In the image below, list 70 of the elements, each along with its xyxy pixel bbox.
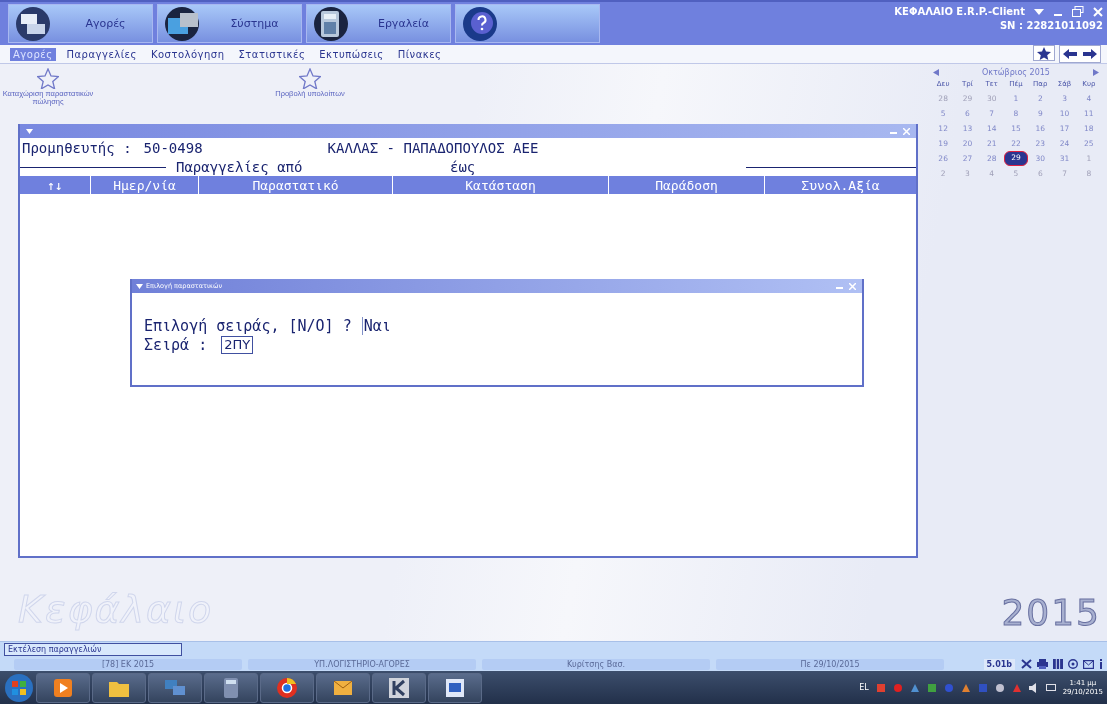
version-label: 5.01b	[983, 658, 1015, 670]
answer-field[interactable]: Ναι	[361, 317, 391, 335]
status-cell: Πε 29/10/2015	[716, 658, 944, 670]
task-field: Εκτέλεση παραγγελιών	[4, 643, 182, 656]
taskbar-button[interactable]	[92, 672, 146, 703]
info-icon[interactable]	[1099, 659, 1103, 669]
menu-item[interactable]: Πίνακες	[394, 47, 445, 61]
module-button[interactable]: Σύστημα	[157, 4, 302, 43]
range-to-label: έως	[450, 159, 477, 175]
menu-item[interactable]: Εκτυπώσεις	[316, 47, 387, 61]
module-button[interactable]: Αγορές	[8, 4, 153, 43]
year-label: 2015	[1000, 592, 1101, 633]
help-icon	[460, 5, 500, 42]
taskbar-button[interactable]	[36, 672, 90, 703]
restore-icon[interactable]	[1072, 6, 1084, 17]
close-icon[interactable]	[1093, 6, 1103, 17]
dropdown-icon[interactable]	[1034, 7, 1044, 16]
calculator-icon	[311, 5, 351, 42]
right-arrow-icon	[1083, 49, 1097, 59]
left-arrow-icon	[1063, 49, 1077, 59]
language-indicator[interactable]: EL	[859, 683, 869, 692]
next-month-icon[interactable]	[1093, 69, 1099, 76]
star-icon	[1037, 46, 1051, 60]
speaker-icon[interactable]	[1028, 682, 1039, 693]
taskbar-button[interactable]	[428, 672, 482, 703]
mail-icon[interactable]	[1083, 659, 1094, 669]
scissors-icon[interactable]	[1021, 659, 1032, 669]
column-header[interactable]: Κατάσταση	[393, 176, 609, 194]
star-icon	[299, 68, 321, 89]
folders-icon	[13, 5, 53, 42]
favorites-button[interactable]	[1033, 45, 1055, 61]
taskbar-button[interactable]	[316, 672, 370, 703]
status-cell: [78] ΕΚ 2015	[14, 658, 242, 670]
taskbar-button[interactable]	[260, 672, 314, 703]
previous-month-icon[interactable]	[933, 69, 939, 76]
column-header[interactable]: Παραστατικό	[199, 176, 393, 194]
app-title: ΚΕΦΑΛΑΙΟ E.R.P.-Client	[894, 6, 1025, 17]
help-button[interactable]	[455, 4, 600, 43]
start-orb-icon[interactable]	[4, 672, 34, 703]
caret-icon	[26, 128, 33, 134]
module-button[interactable]: Εργαλεία	[306, 4, 451, 43]
browser-icon	[275, 675, 299, 700]
supplier-label: Προμηθευτής :	[22, 140, 132, 158]
series-input-field[interactable]: 2ΠΥ	[221, 336, 254, 354]
menu-item[interactable]: Στατιστικές	[235, 47, 309, 61]
supplier-code: 50-0498	[143, 140, 203, 158]
range-from-label: Παραγγελίες από	[176, 159, 304, 175]
series-label: Σειρά :	[144, 336, 208, 354]
disc-icon[interactable]	[1068, 659, 1078, 669]
column-header[interactable]: Ημερ/νία	[91, 176, 199, 194]
grid-icon[interactable]	[1053, 659, 1063, 669]
star-icon	[37, 68, 59, 89]
k-letter-icon	[387, 675, 411, 700]
menu-item[interactable]: Κοστολόγηση	[147, 47, 228, 61]
status-cell: Κυρίτσης Βασ.	[482, 658, 710, 670]
column-header[interactable]: Συνολ.Αξία	[765, 176, 916, 194]
column-header[interactable]: Παράδοση	[609, 176, 765, 194]
caret-icon	[136, 283, 143, 289]
menu-item[interactable]: Αγορές	[10, 47, 56, 61]
screen-icon[interactable]	[1045, 682, 1056, 693]
menu-item[interactable]: Παραγγελίες	[63, 47, 140, 61]
serial-number: SN : 22821011092	[999, 20, 1103, 31]
column-header[interactable]: ↑↓	[20, 176, 91, 194]
supplier-name: ΚΑΛΛΑΣ - ΠΑΠΑΔΟΠΟΥΛΟΣ ΑΕΕ	[327, 140, 539, 158]
status-cell: ΥΠ.ΛΟΓΙΣΤΗΡΙΟ-ΑΓΟΡΕΣ	[248, 658, 476, 670]
taskbar-button[interactable]	[204, 672, 258, 703]
month-title: Οκτώβριος 2015	[982, 68, 1050, 77]
question-text: Επιλογή σειράς, [Ν/Ο] ?	[144, 317, 352, 335]
taskbar-button[interactable]	[372, 672, 426, 703]
printer-icon[interactable]	[1037, 659, 1048, 669]
